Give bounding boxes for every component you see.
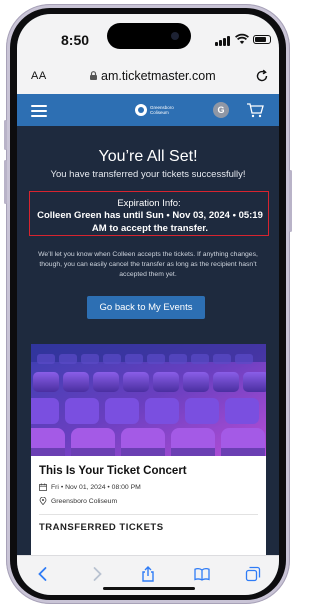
- transfer-confirmation: You’re All Set! You have transferred you…: [17, 126, 279, 574]
- url-text[interactable]: am.ticketmaster.com: [101, 69, 216, 83]
- side-button: [289, 170, 292, 232]
- cart-icon[interactable]: [246, 102, 264, 118]
- location-pin-icon: [39, 497, 47, 505]
- dynamic-island: [107, 23, 191, 49]
- back-to-events-button[interactable]: Go back to My Events: [87, 296, 205, 319]
- expiration-info-box: Expiration Info: Colleen Green has until…: [29, 191, 269, 236]
- screen: 8:50 AA am.ticketmaster.com Greensboro C…: [17, 14, 279, 595]
- battery-icon: [253, 35, 271, 44]
- lock-icon: [90, 71, 97, 80]
- camera-dot: [171, 32, 179, 40]
- wifi-icon: [235, 33, 249, 44]
- status-bar: 8:50: [17, 14, 279, 60]
- event-name: This Is Your Ticket Concert: [39, 465, 187, 477]
- venue-logo[interactable]: Greensboro Coliseum: [135, 103, 176, 117]
- transfer-info-text: We’ll let you know when Colleen accepts …: [38, 251, 258, 278]
- side-button: [4, 160, 7, 204]
- hamburger-menu-icon[interactable]: [31, 105, 47, 117]
- event-venue-row: Greensboro Coliseum: [39, 497, 117, 505]
- venue-logo-text: Greensboro Coliseum: [150, 105, 174, 115]
- forward-icon[interactable]: [89, 566, 105, 582]
- share-icon[interactable]: [140, 566, 156, 582]
- page-subtitle: You have transferred your tickets succes…: [50, 169, 246, 180]
- expiration-title: Expiration Info:: [117, 198, 181, 209]
- side-button: [4, 120, 7, 150]
- browser-address-bar[interactable]: AA am.ticketmaster.com: [17, 60, 279, 95]
- bookmarks-icon[interactable]: [194, 566, 210, 582]
- calendar-icon: [39, 483, 47, 491]
- card-divider: [39, 514, 258, 515]
- event-datetime-row: Fri • Nov 01, 2024 • 08:00 PM: [39, 483, 141, 491]
- reload-icon[interactable]: [255, 69, 269, 83]
- page-title: You’re All Set!: [98, 148, 198, 165]
- transferred-tickets-heading: TRANSFERRED TICKETS: [39, 522, 164, 533]
- site-header: Greensboro Coliseum G: [17, 94, 279, 126]
- ticket-card[interactable]: This Is Your Ticket Concert Fri • Nov 01…: [31, 344, 266, 574]
- user-avatar[interactable]: G: [213, 102, 229, 118]
- home-indicator: [103, 587, 195, 590]
- event-image: [31, 344, 266, 456]
- event-datetime: Fri • Nov 01, 2024 • 08:00 PM: [51, 483, 141, 491]
- text-size-button[interactable]: AA: [31, 70, 47, 82]
- event-venue: Greensboro Coliseum: [51, 497, 118, 505]
- expiration-text: Colleen Green has until Sun • Nov 03, 20…: [37, 210, 263, 234]
- tabs-icon[interactable]: [245, 566, 261, 582]
- venue-logo-badge: [135, 104, 147, 116]
- status-time: 8:50: [61, 32, 90, 48]
- back-icon[interactable]: [35, 566, 51, 582]
- signal-icon: [215, 35, 231, 46]
